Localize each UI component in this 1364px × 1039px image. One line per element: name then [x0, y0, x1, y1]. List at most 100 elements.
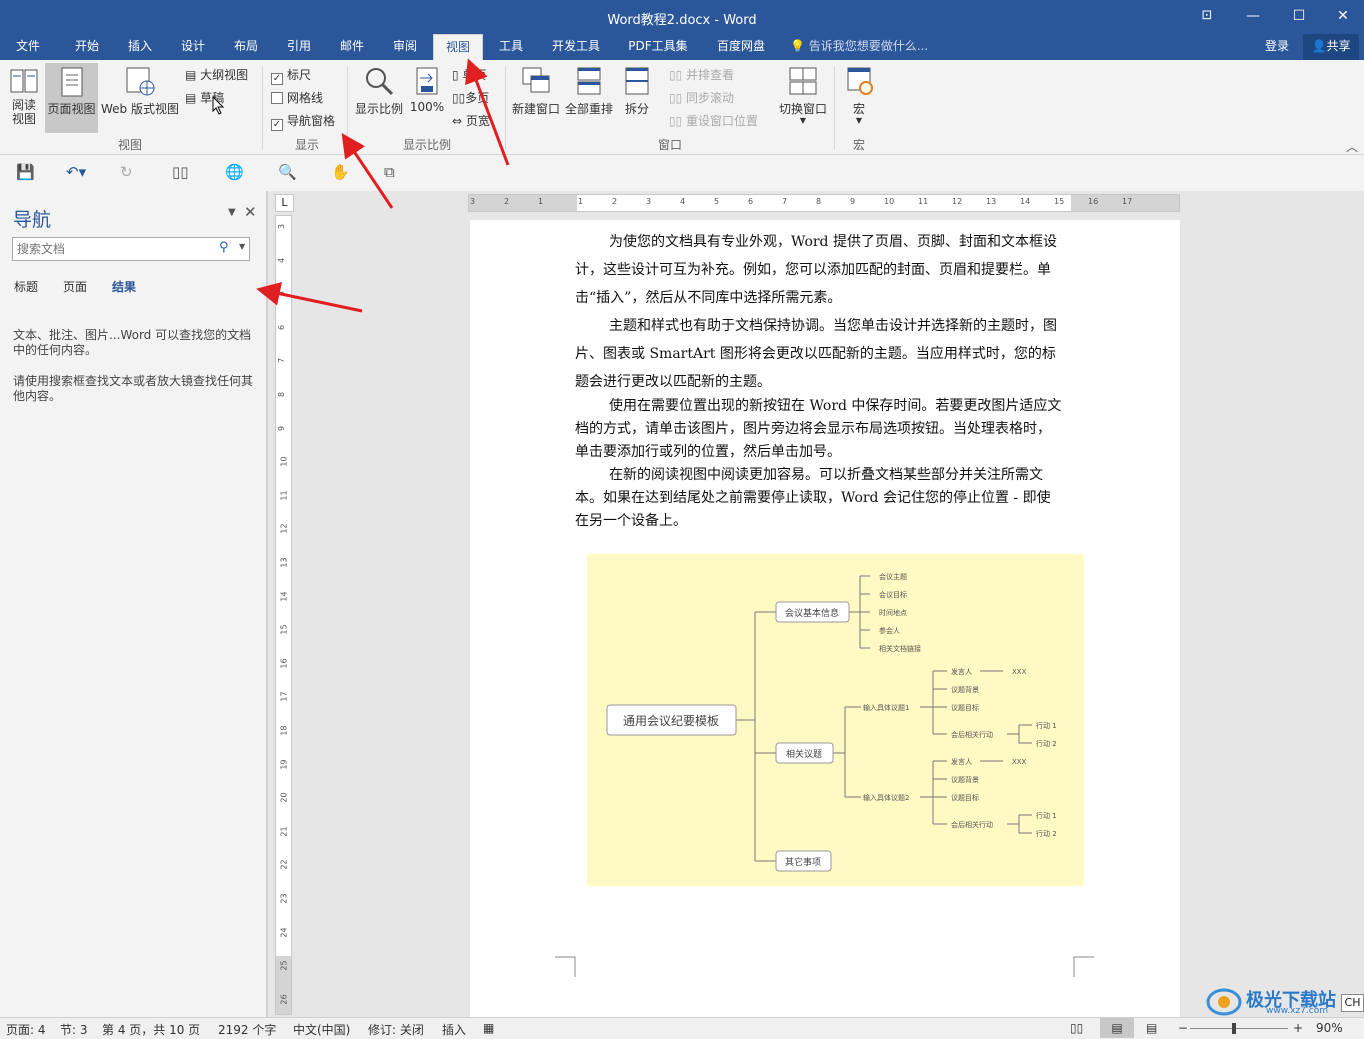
chevron-down-icon[interactable]: ▼ — [239, 242, 245, 251]
tab-developer[interactable]: 开发工具 — [544, 34, 608, 60]
ime-indicator[interactable]: CH — [1341, 994, 1364, 1012]
search-icon[interactable]: ⚲ — [219, 240, 229, 255]
tab-selector-icon[interactable]: L — [275, 194, 294, 212]
gridlines-checkbox[interactable]: 网格线 — [271, 89, 323, 106]
minimize-button[interactable]: — — [1230, 0, 1276, 32]
web-layout-button[interactable]: Web 版式视图 — [99, 66, 181, 117]
read-mode-button[interactable]: 阅读 视图 — [6, 66, 42, 126]
tab-results[interactable]: 结果 — [112, 278, 136, 295]
zoom-slider-thumb[interactable] — [1232, 1023, 1236, 1034]
one-page-button[interactable]: ▯ 单页 — [452, 66, 486, 83]
tab-design[interactable]: 设计 — [172, 34, 214, 60]
zoom-in-icon[interactable]: + — [1293, 1021, 1303, 1035]
paragraph-2[interactable]: 主题和样式也有助于文档保持协调。当您单击设计并选择新的主题时，图 — [575, 312, 1075, 340]
zoom-100-button[interactable]: 100% — [408, 66, 446, 114]
read-mode-label-2: 视图 — [11, 112, 36, 126]
tab-insert[interactable]: 插入 — [119, 34, 161, 60]
split-button[interactable]: 拆分 — [618, 66, 656, 117]
status-page-of[interactable]: 第 4 页，共 10 页 — [102, 1021, 200, 1038]
tab-home[interactable]: 开始 — [66, 34, 108, 60]
zoom-button[interactable]: 显示比例 — [353, 66, 405, 117]
login-link[interactable]: 登录 — [1258, 34, 1296, 60]
arrange-all-button[interactable]: 全部重排 — [563, 66, 615, 117]
tab-file[interactable]: 文件 — [6, 34, 50, 60]
tab-pdf-tools[interactable]: PDF工具集 — [620, 34, 696, 60]
nav-pane-checkbox[interactable]: ✓ 导航窗格 — [271, 112, 335, 131]
undo-icon[interactable]: ↶▾ — [66, 163, 86, 181]
paragraph-1-cont[interactable]: 计，这些设计可互为补充。例如，您可以添加匹配的封面、页眉和提要栏。单 击“插入”… — [575, 256, 1075, 312]
two-page-icon[interactable]: ▯▯ — [172, 163, 189, 181]
nav-search-input[interactable] — [17, 239, 213, 259]
customize-icon[interactable]: ⧉ — [384, 163, 395, 181]
switch-window-button[interactable]: 切换窗口 ▼ — [776, 66, 830, 125]
tab-headings[interactable]: 标题 — [14, 278, 38, 295]
macros-button[interactable]: 宏 ▼ — [840, 66, 878, 125]
side-by-side-button[interactable]: ▯▯ 并排查看 — [669, 66, 734, 83]
status-section[interactable]: 节: 3 — [60, 1021, 88, 1038]
multi-page-button[interactable]: ▯▯多页 — [452, 89, 489, 106]
paragraph-2-cont[interactable]: 片、图表或 SmartArt 图形将会更改以匹配新的主题。当应用样式时，您的标 … — [575, 340, 1075, 396]
paragraph-3[interactable]: 使用在需要位置出现的新按钮在 Word 中保存时间。若要更改图片适应文 — [575, 395, 1075, 418]
tab-mailings[interactable]: 邮件 — [331, 34, 373, 60]
watermark: 极光下载站 www.xz7.com — [1206, 984, 1356, 1016]
tab-review[interactable]: 审阅 — [384, 34, 426, 60]
chevron-down-icon[interactable]: ▼ — [228, 207, 236, 218]
leaf-text: XXX — [1012, 668, 1027, 676]
redo-icon[interactable]: ↻ — [120, 163, 133, 181]
tab-baidu-netdisk[interactable]: 百度网盘 — [706, 34, 776, 60]
outline-view-button[interactable]: ▤ 大纲视图 — [185, 66, 248, 83]
reset-window-button[interactable]: ▯▯ 重设窗口位置 — [669, 112, 758, 129]
tab-tools[interactable]: 工具 — [490, 34, 532, 60]
paragraph-4-cont[interactable]: 本。如果在达到结尾处之前需要停止读取，Word 会记住您的停止位置 - 即使 在… — [575, 487, 1075, 533]
macro-record-icon[interactable]: ▦ — [483, 1021, 494, 1035]
zoom-out-icon[interactable]: − — [1178, 1021, 1188, 1035]
web-layout-status-icon[interactable]: ▤ — [1146, 1021, 1157, 1035]
status-language[interactable]: 中文(中国) — [293, 1021, 350, 1038]
paragraph-1[interactable]: 为使您的文档具有专业外观，Word 提供了页眉、页脚、封面和文本框设 — [575, 228, 1075, 256]
close-button[interactable]: ✕ — [1320, 0, 1364, 32]
zoom-100-label: 100% — [409, 100, 445, 114]
maximize-button[interactable]: ☐ — [1276, 0, 1322, 32]
leaf-text: 行动 1 — [1036, 811, 1057, 820]
ruler-number: 24 — [279, 927, 289, 938]
status-words[interactable]: 2192 个字 — [218, 1021, 276, 1038]
mindmap-image[interactable]: 通用会议纪要模板 会议基本信息 会议主题 会议目标 时间地点 参会人 相关文档链… — [587, 554, 1084, 886]
zoom-percent[interactable]: 90% — [1316, 1021, 1343, 1035]
leaf-text: 议题目标 — [951, 703, 979, 712]
new-window-button[interactable]: 新建窗口 — [510, 66, 562, 117]
touch-mode-icon[interactable]: ✋ — [331, 163, 350, 181]
sync-scroll-label: 同步滚动 — [686, 91, 735, 105]
sync-scroll-button[interactable]: ▯▯ 同步滚动 — [669, 89, 734, 106]
nav-search-box[interactable]: ⚲ ▼ — [12, 237, 250, 261]
tab-view[interactable]: 视图 — [433, 34, 483, 60]
collapse-ribbon-icon[interactable]: ︿ — [1346, 138, 1358, 155]
horizontal-ruler[interactable]: 3 2 1 1 2 3 4 5 6 7 8 9 10 11 12 13 14 15 16 17 — [468, 194, 1180, 212]
tell-me-box[interactable]: 💡 告诉我您想要做什么... — [790, 34, 940, 60]
branch-text: 会议基本信息 — [785, 607, 839, 619]
tab-layout[interactable]: 布局 — [225, 34, 267, 60]
text-line: 击“插入”，然后从不同库中选择所需元素。 — [575, 290, 842, 306]
print-preview-icon[interactable]: 🔍 — [278, 163, 297, 181]
vertical-ruler[interactable]: 3 4 5 6 7 8 9 10 11 12 13 14 15 16 17 18 19 20 21 22 23 24 25 2… — [275, 215, 292, 1015]
tab-references[interactable]: 引用 — [278, 34, 320, 60]
status-page[interactable]: 页面: 4 — [6, 1021, 46, 1038]
paragraph-3-cont[interactable]: 档的方式，请单击该图片，图片旁边将会显示布局选项按钮。当处理表格时， 单击要添加… — [575, 418, 1075, 464]
page-width-button[interactable]: ⇔ 页宽 — [452, 112, 490, 129]
new-window-label: 新建窗口 — [511, 102, 560, 116]
save-icon[interactable]: 💾 — [16, 163, 35, 181]
status-insert-mode[interactable]: 插入 — [442, 1021, 466, 1038]
ruler-number: 17 — [1122, 197, 1133, 206]
read-mode-status-icon[interactable]: ▯▯ — [1070, 1021, 1083, 1035]
paragraph-4[interactable]: 在新的阅读视图中阅读更加容易。可以折叠文档某些部分并关注所需文 — [575, 464, 1075, 487]
web-icon[interactable]: 🌐 — [225, 163, 244, 181]
zoom-slider[interactable] — [1190, 1028, 1288, 1029]
close-icon[interactable]: ✕ — [244, 203, 257, 221]
tab-pages[interactable]: 页面 — [63, 278, 87, 295]
print-layout-status-icon[interactable]: ▤ — [1100, 1018, 1134, 1038]
print-layout-button[interactable]: 页面视图 — [45, 63, 98, 133]
status-track-changes[interactable]: 修订: 关闭 — [368, 1021, 424, 1038]
ruler-number: 23 — [279, 893, 289, 904]
share-button[interactable]: 👤共享 — [1303, 34, 1359, 60]
ruler-checkbox[interactable]: ✓ 标尺 — [271, 66, 311, 85]
ribbon-display-icon[interactable]: ⊡ — [1184, 0, 1230, 32]
